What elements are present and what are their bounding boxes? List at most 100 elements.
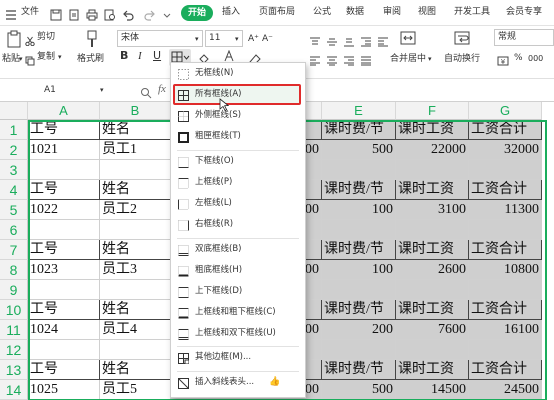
menu-item-left-border[interactable]: 左框线(L) xyxy=(171,193,305,214)
cut-button[interactable]: 剪切 xyxy=(37,31,55,43)
header-cell[interactable]: 课时工资 xyxy=(396,300,469,320)
table-cell[interactable]: 24500 xyxy=(469,380,542,400)
header-cell[interactable]: 课时费/节 xyxy=(322,300,396,320)
header-cell[interactable]: 课时工资 xyxy=(396,120,469,140)
insert-function-icon[interactable]: fx xyxy=(158,83,166,95)
header-cell[interactable]: 课时费/节 xyxy=(322,180,396,200)
file-menu[interactable]: 文件 xyxy=(21,5,39,19)
merge-dropdown-icon[interactable]: ▾ xyxy=(428,53,432,65)
align-right-icon[interactable] xyxy=(343,51,355,70)
empty-cell[interactable] xyxy=(28,220,100,240)
column-header-e[interactable]: E xyxy=(322,102,396,120)
name-box-dropdown-icon[interactable]: ▾ xyxy=(100,84,104,96)
save-icon[interactable] xyxy=(50,6,62,21)
header-cell[interactable]: 姓名 xyxy=(100,360,171,380)
hamburger-menu-icon[interactable] xyxy=(5,6,17,20)
empty-cell[interactable] xyxy=(396,280,469,300)
table-cell[interactable]: 100 xyxy=(322,200,396,220)
menu-item-top-double-bottom-border[interactable]: 上框线和双下框线(U) xyxy=(171,323,305,344)
format-painter-button[interactable]: 格式刷 xyxy=(77,53,104,65)
table-cell[interactable]: 1021 xyxy=(28,140,100,160)
header-cell[interactable]: 工号 xyxy=(28,120,100,140)
merge-center-icon[interactable] xyxy=(400,30,416,50)
header-cell[interactable]: 工号 xyxy=(28,240,100,260)
align-center-icon[interactable] xyxy=(326,51,338,70)
row-header[interactable]: 13 xyxy=(0,360,28,380)
column-header-a[interactable]: A xyxy=(28,102,100,120)
menu-item-no-border[interactable]: 无框线(N) xyxy=(171,63,305,84)
outdent-icon[interactable] xyxy=(377,32,389,51)
zoom-formula-icon[interactable] xyxy=(140,84,152,103)
table-cell[interactable]: 32000 xyxy=(469,140,542,160)
select-all-corner[interactable] xyxy=(0,102,28,120)
header-cell[interactable]: 工资合计 xyxy=(469,240,542,260)
menu-item-top-thick-bottom-border[interactable]: 上框线和粗下框线(C) xyxy=(171,302,305,323)
copy-button[interactable]: 复制 xyxy=(37,51,55,63)
menu-item-more-borders[interactable]: 其他边框(M)... xyxy=(171,347,305,368)
print-icon[interactable] xyxy=(86,6,98,21)
column-header-b[interactable]: B xyxy=(100,102,171,120)
percent-format-icon[interactable]: % xyxy=(514,52,523,64)
tab-review[interactable]: 审阅 xyxy=(383,5,401,19)
empty-cell[interactable] xyxy=(322,340,396,360)
tab-insert[interactable]: 插入 xyxy=(222,5,240,19)
row-header[interactable]: 1 xyxy=(0,120,28,140)
menu-item-double-bottom-border[interactable]: 双底框线(B) xyxy=(171,239,305,260)
row-header[interactable]: 4 xyxy=(0,180,28,200)
redo-icon[interactable] xyxy=(144,6,156,21)
header-cell[interactable]: 课时工资 xyxy=(396,360,469,380)
menu-item-all-borders[interactable]: 所有框线(A) xyxy=(171,84,305,105)
empty-cell[interactable] xyxy=(322,220,396,240)
table-cell[interactable]: 1023 xyxy=(28,260,100,280)
empty-cell[interactable] xyxy=(28,280,100,300)
paste-button[interactable]: 粘贴 xyxy=(2,53,20,65)
export-pdf-icon[interactable] xyxy=(68,6,80,21)
empty-cell[interactable] xyxy=(396,220,469,240)
number-format-select[interactable]: 常规 xyxy=(494,29,554,46)
undo-icon[interactable] xyxy=(122,6,134,21)
row-header[interactable]: 14 xyxy=(0,380,28,400)
header-cell[interactable]: 姓名 xyxy=(100,180,171,200)
indent-icon[interactable] xyxy=(360,32,372,51)
table-cell[interactable]: 员工2 xyxy=(100,200,171,220)
paste-icon[interactable] xyxy=(6,30,22,52)
align-middle-icon[interactable] xyxy=(326,32,338,51)
menu-item-bottom-border[interactable]: 下框线(O) xyxy=(171,151,305,172)
table-cell[interactable]: 22000 xyxy=(396,140,469,160)
row-header[interactable]: 6 xyxy=(0,220,28,240)
italic-icon[interactable]: I xyxy=(138,50,142,62)
table-cell[interactable]: 200 xyxy=(322,320,396,340)
table-cell[interactable]: 1025 xyxy=(28,380,100,400)
table-cell[interactable]: 1024 xyxy=(28,320,100,340)
table-cell[interactable]: 10800 xyxy=(469,260,542,280)
empty-cell[interactable] xyxy=(28,160,100,180)
row-header[interactable]: 9 xyxy=(0,280,28,300)
empty-cell[interactable] xyxy=(396,340,469,360)
table-cell[interactable]: 2600 xyxy=(396,260,469,280)
row-header[interactable]: 8 xyxy=(0,260,28,280)
empty-cell[interactable] xyxy=(322,160,396,180)
tab-page-layout[interactable]: 页面布局 xyxy=(259,5,295,19)
column-header-g[interactable]: G xyxy=(469,102,542,120)
table-cell[interactable]: 100 xyxy=(322,260,396,280)
menu-item-thick-box-border[interactable]: 粗匣框线(T) xyxy=(171,126,305,147)
table-cell[interactable]: 1022 xyxy=(28,200,100,220)
empty-cell[interactable] xyxy=(396,160,469,180)
table-cell[interactable]: 11300 xyxy=(469,200,542,220)
copy-icon[interactable] xyxy=(25,51,35,70)
row-header[interactable]: 2 xyxy=(0,140,28,160)
header-cell[interactable]: 工号 xyxy=(28,360,100,380)
header-cell[interactable]: 课时费/节 xyxy=(322,120,396,140)
underline-icon[interactable]: U xyxy=(153,50,161,62)
table-cell[interactable]: 7600 xyxy=(396,320,469,340)
decrease-font-icon[interactable]: A⁻ xyxy=(262,33,273,45)
header-cell[interactable]: 课时工资 xyxy=(396,240,469,260)
column-header-f[interactable]: F xyxy=(396,102,469,120)
row-header[interactable]: 3 xyxy=(0,160,28,180)
font-name-select[interactable]: 宋体 xyxy=(117,30,203,47)
currency-format-icon[interactable]: ¥ xyxy=(497,52,509,71)
tab-view[interactable]: 视图 xyxy=(418,5,436,19)
header-cell[interactable]: 课时费/节 xyxy=(322,360,396,380)
row-header[interactable]: 5 xyxy=(0,200,28,220)
font-name-dropdown-icon[interactable]: ▾ xyxy=(195,33,199,45)
